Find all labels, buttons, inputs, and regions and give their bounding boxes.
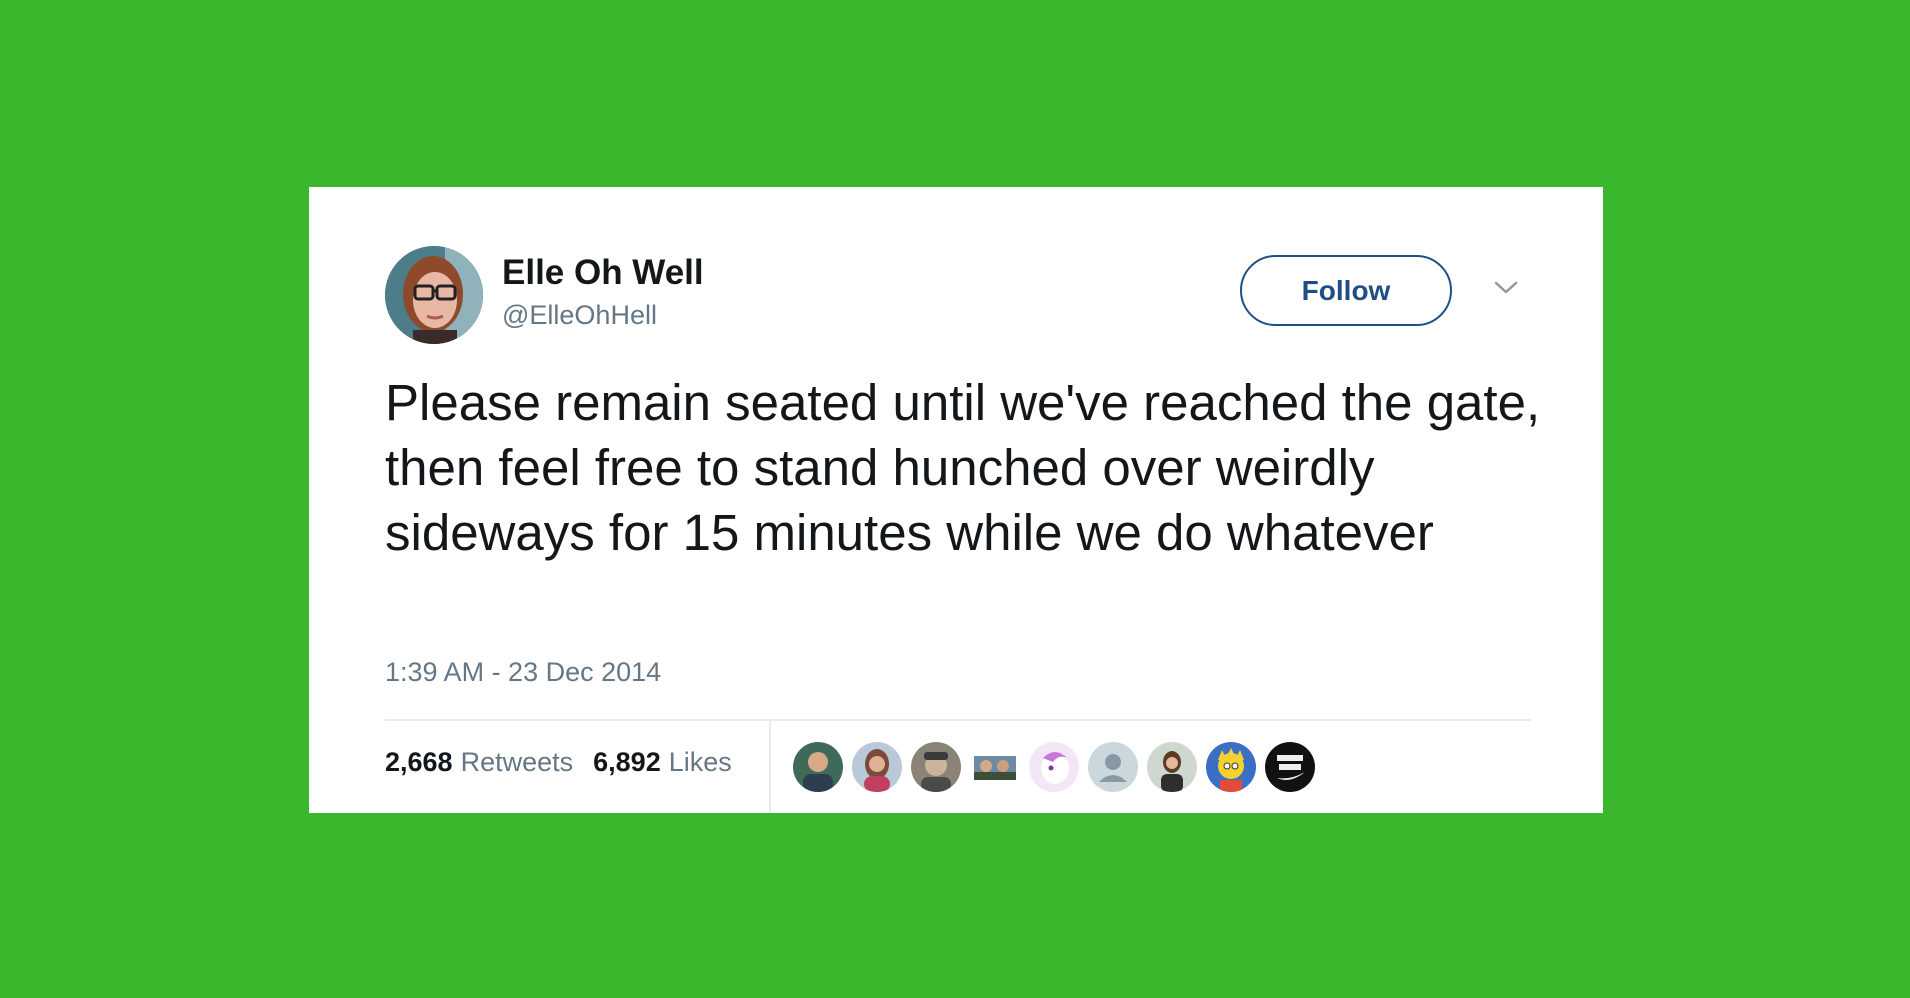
liker-avatar-3-icon xyxy=(911,742,961,792)
liker-avatar-7-icon xyxy=(1147,742,1197,792)
chevron-down-icon[interactable] xyxy=(1489,271,1523,305)
liker-avatar[interactable] xyxy=(1147,742,1197,792)
author-avatar[interactable] xyxy=(385,246,483,344)
liker-avatar[interactable] xyxy=(1206,742,1256,792)
retweets-count: 2,668 xyxy=(385,747,453,777)
liker-avatar[interactable] xyxy=(852,742,902,792)
profile-photo-icon xyxy=(385,246,483,344)
liker-avatar-2-icon xyxy=(852,742,902,792)
divider xyxy=(385,719,1531,721)
liker-avatar-5-icon xyxy=(1029,742,1079,792)
liker-avatar[interactable] xyxy=(793,742,843,792)
likes-stat[interactable]: 6,892 Likes xyxy=(593,747,732,778)
author-display-name[interactable]: Elle Oh Well xyxy=(502,253,704,293)
liker-avatar[interactable] xyxy=(1265,742,1315,792)
default-avatar-icon[interactable] xyxy=(1088,742,1138,792)
retweets-stat[interactable]: 2,668 Retweets xyxy=(385,747,573,778)
liker-avatar-8-icon xyxy=(1206,742,1256,792)
follow-button[interactable]: Follow xyxy=(1240,255,1452,326)
liker-avatar-9-icon xyxy=(1265,742,1315,792)
likes-label: Likes xyxy=(668,747,732,777)
stats-separator xyxy=(769,720,771,813)
tweet-card: Elle Oh Well @ElleOhHell Follow Please r… xyxy=(309,187,1603,813)
liker-avatar[interactable] xyxy=(1029,742,1079,792)
tweet-stats: 2,668 Retweets 6,892 Likes xyxy=(385,747,752,778)
liker-avatar[interactable] xyxy=(911,742,961,792)
tweet-timestamp[interactable]: 1:39 AM - 23 Dec 2014 xyxy=(385,657,661,688)
retweets-label: Retweets xyxy=(460,747,574,777)
likers-avatars xyxy=(793,742,1324,792)
likes-count: 6,892 xyxy=(593,747,661,777)
liker-avatar-1-icon xyxy=(793,742,843,792)
liker-avatar[interactable] xyxy=(970,742,1020,792)
author-handle[interactable]: @ElleOhHell xyxy=(502,300,657,331)
tweet-text: Please remain seated until we've reached… xyxy=(385,374,1541,561)
liker-avatar-4-icon xyxy=(970,742,1020,792)
